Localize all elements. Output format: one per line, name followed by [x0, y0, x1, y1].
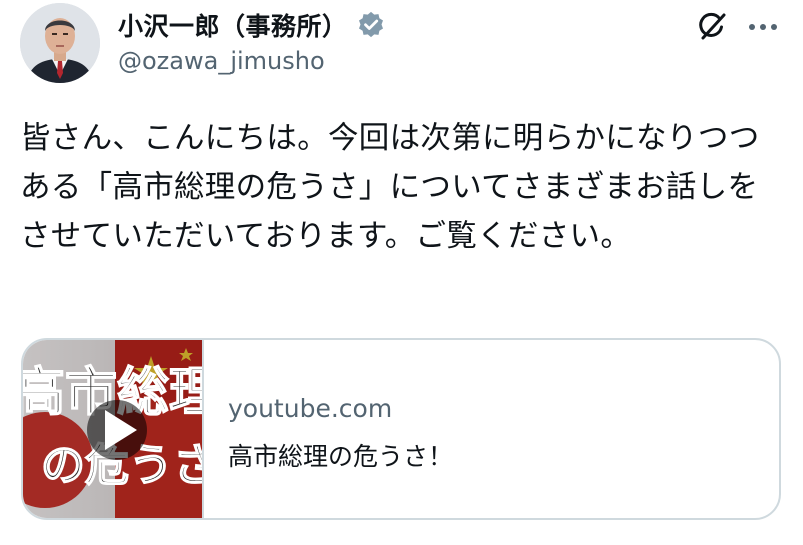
more-options-button[interactable] — [745, 9, 781, 45]
user-handle[interactable]: @ozawa_jimusho — [118, 47, 325, 75]
card-title[interactable]: 高市総理の危うさ！ — [228, 437, 453, 473]
profile-photo — [20, 3, 100, 83]
more-dots-icon — [749, 24, 777, 30]
grok-icon — [699, 12, 726, 40]
video-thumbnail[interactable]: 高市総理 の危うさ — [23, 340, 204, 518]
grok-button[interactable] — [695, 9, 731, 45]
display-name[interactable]: 小沢一郎（事務所） — [118, 7, 348, 43]
card-domain[interactable]: youtube.com — [228, 394, 392, 423]
tweet-header: 小沢一郎（事務所） @ozawa_jimusho — [20, 3, 783, 85]
thumbnail-image: 高市総理 の危うさ — [23, 340, 202, 518]
name-row: 小沢一郎（事務所） — [118, 5, 386, 45]
avatar[interactable] — [20, 3, 100, 83]
tweet-text: 皆さん、こんにちは。今回は次第に明らかになりつつある「高市総理の危うさ」について… — [20, 121, 760, 254]
verified-badge-icon[interactable] — [356, 10, 386, 40]
link-card[interactable]: 高市総理 の危うさ youtube.com 高市総理の危うさ！ — [21, 338, 781, 520]
